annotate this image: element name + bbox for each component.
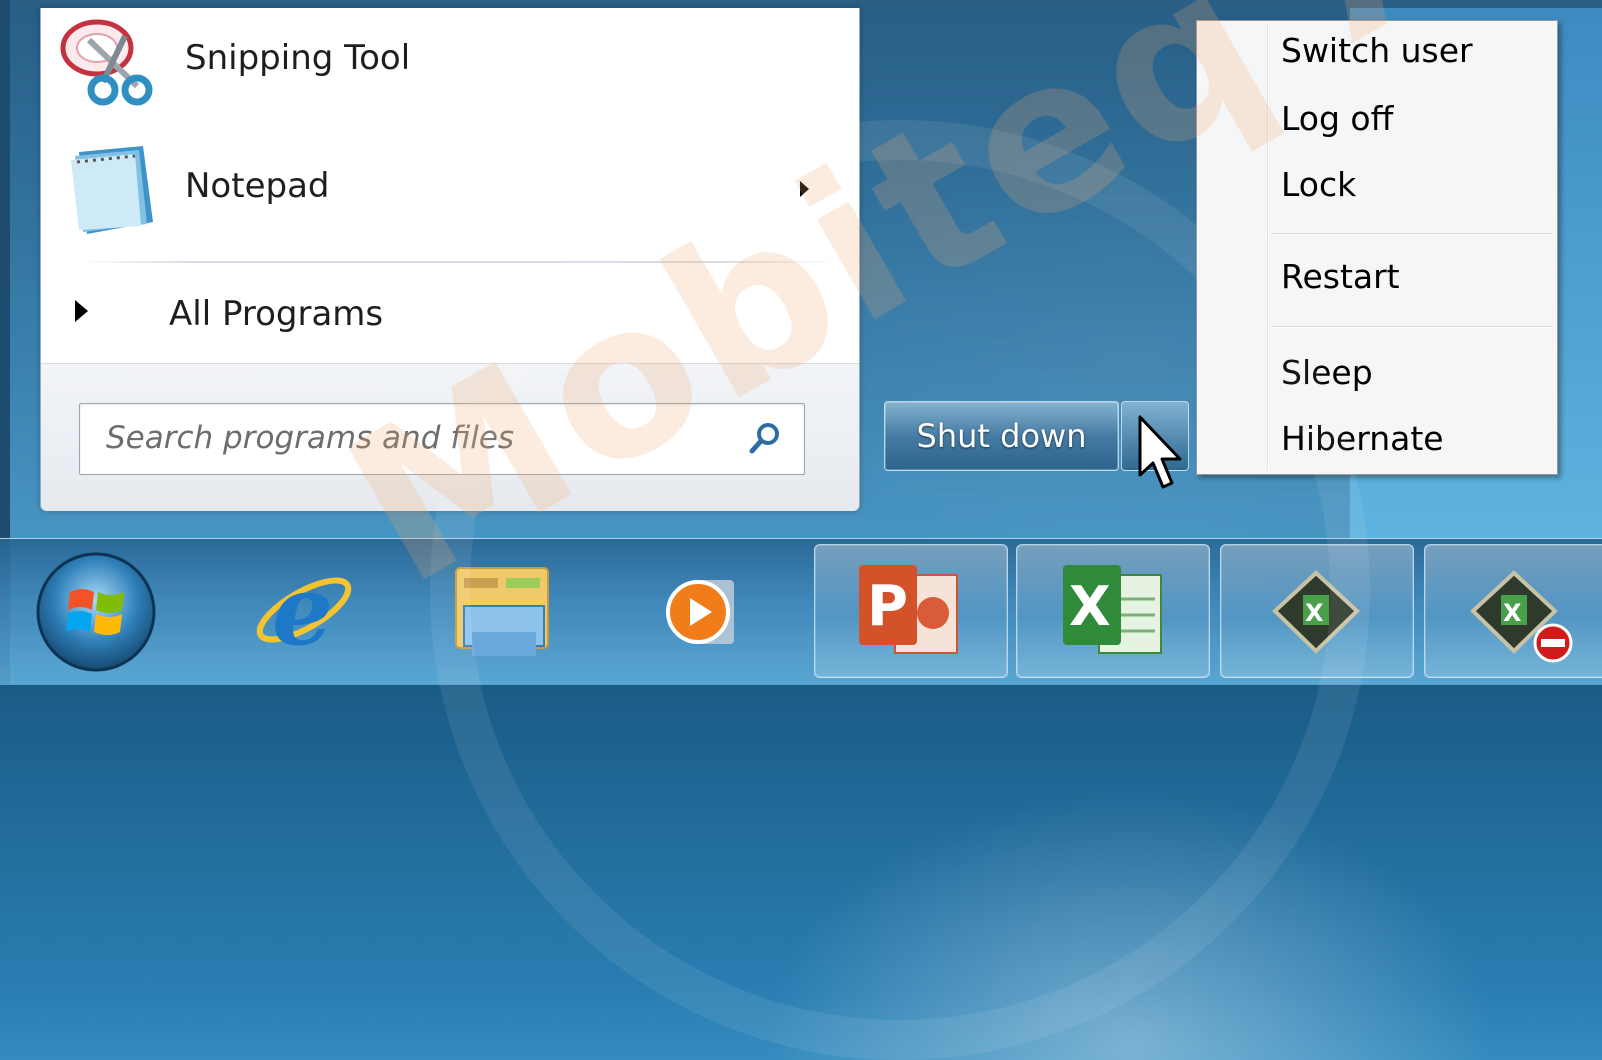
menu-item-hibernate[interactable]: Hibernate: [1281, 419, 1444, 458]
excel-file-icon: X: [1272, 570, 1360, 654]
menu-item-lock[interactable]: Lock: [1281, 165, 1356, 204]
svg-text:e: e: [272, 558, 333, 662]
menu-separator: [1271, 233, 1551, 235]
notepad-icon: [71, 146, 153, 234]
menu-item-restart[interactable]: Restart: [1281, 257, 1400, 296]
taskbar-item-powerpoint[interactable]: P: [814, 544, 1008, 678]
menu-item-log-off[interactable]: Log off: [1281, 99, 1393, 138]
menu-gutter: [1267, 25, 1269, 470]
menu-item-switch-user[interactable]: Switch user: [1281, 31, 1473, 70]
svg-text:P: P: [867, 574, 908, 639]
submenu-arrow-icon[interactable]: [800, 181, 809, 197]
divider: [77, 261, 837, 263]
search-input[interactable]: [80, 404, 746, 472]
search-area: [41, 363, 859, 511]
search-box[interactable]: [79, 403, 805, 475]
search-icon[interactable]: [748, 421, 782, 455]
mouse-cursor-icon: [1138, 415, 1182, 489]
internet-explorer-icon[interactable]: e: [250, 558, 358, 662]
program-list: Snipping Tool Notepad All Programs: [41, 8, 859, 363]
svg-text:X: X: [1305, 599, 1324, 627]
windows-explorer-icon[interactable]: [450, 560, 558, 664]
start-button[interactable]: [32, 548, 160, 676]
all-programs-label: All Programs: [169, 294, 384, 334]
start-menu-left-pane: Snipping Tool Notepad All Programs: [40, 8, 860, 511]
menu-item-sleep[interactable]: Sleep: [1281, 353, 1373, 392]
expand-arrow-icon: [75, 300, 88, 322]
taskbar-item-excel-file[interactable]: X: [1220, 544, 1414, 678]
program-item-notepad[interactable]: Notepad: [49, 134, 849, 244]
svg-text:X: X: [1503, 599, 1522, 627]
powerpoint-icon: P: [859, 565, 958, 654]
svg-text:X: X: [1069, 575, 1111, 638]
excel-file-blocked-icon: X: [1470, 570, 1573, 663]
program-label: Snipping Tool: [185, 38, 411, 78]
program-item-snipping-tool[interactable]: Snipping Tool: [49, 8, 849, 118]
scissors-icon: [60, 19, 153, 106]
window-top-edge: [0, 0, 1602, 8]
power-options-menu: Switch user Log off Lock Restart Sleep H…: [1196, 20, 1558, 475]
excel-icon: X: [1063, 565, 1162, 654]
media-player-icon[interactable]: [664, 570, 746, 654]
taskbar-item-excel-file-2[interactable]: X: [1424, 544, 1602, 678]
program-label: Notepad: [185, 166, 330, 206]
all-programs-button[interactable]: All Programs: [41, 276, 859, 354]
shutdown-button[interactable]: Shut down: [884, 401, 1119, 471]
menu-separator: [1271, 326, 1551, 328]
taskbar-item-excel[interactable]: X: [1016, 544, 1210, 678]
